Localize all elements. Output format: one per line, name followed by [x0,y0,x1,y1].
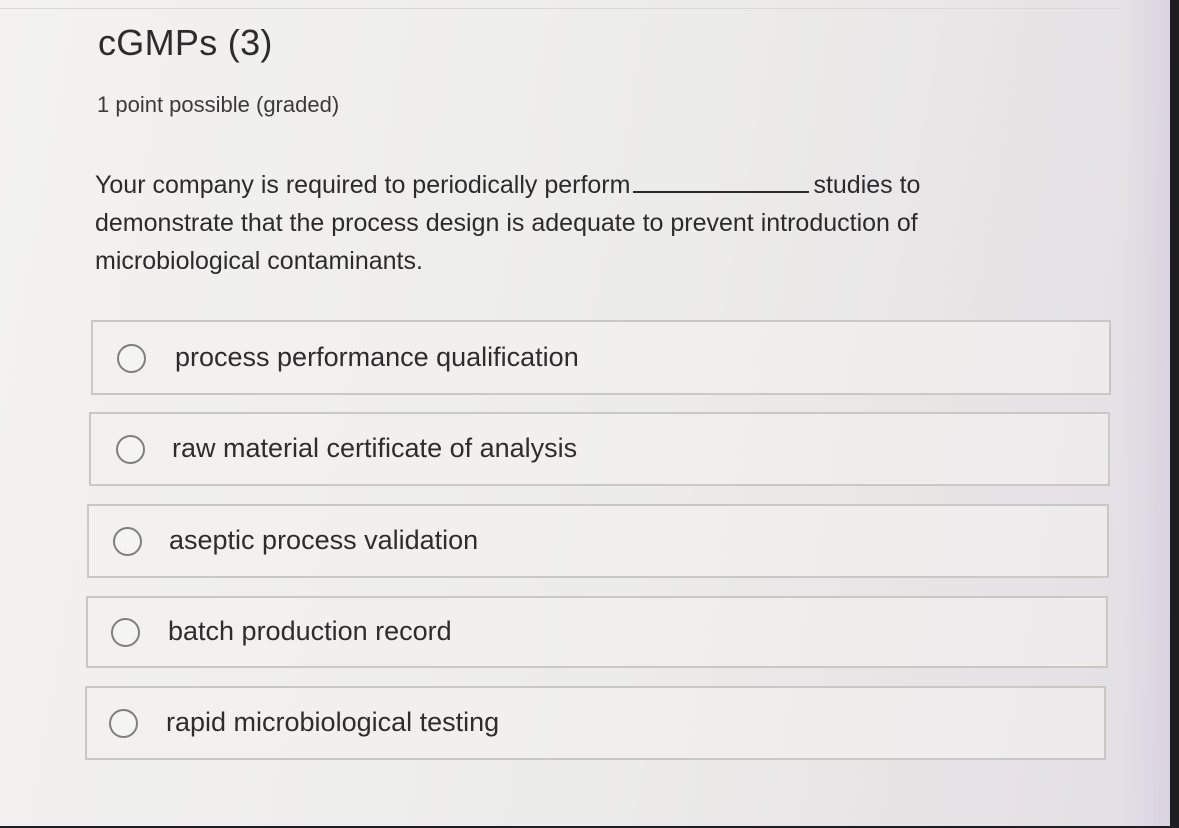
answer-option-label: batch production record [168,615,452,646]
radio-button[interactable] [113,527,142,556]
problem-screen: cGMPs (3) 1 point possible (graded) Your… [0,0,1170,826]
answer-option-label: aseptic process validation [169,524,479,555]
answer-options: process performance qualification raw ma… [0,0,1170,826]
radio-button[interactable] [109,709,138,738]
answer-option[interactable]: process performance qualification [91,320,1111,395]
radio-button[interactable] [116,435,145,464]
radio-button[interactable] [111,618,140,647]
answer-option-label: process performance qualification [175,341,579,372]
answer-option-label: rapid microbiological testing [166,706,500,737]
answer-option[interactable]: aseptic process validation [87,504,1109,578]
answer-option-label: raw material certificate of analysis [172,432,578,463]
answer-option[interactable]: raw material certificate of analysis [89,412,1110,486]
radio-button[interactable] [117,343,146,373]
answer-option[interactable]: rapid microbiological testing [85,686,1106,760]
answer-option[interactable]: batch production record [86,596,1108,668]
